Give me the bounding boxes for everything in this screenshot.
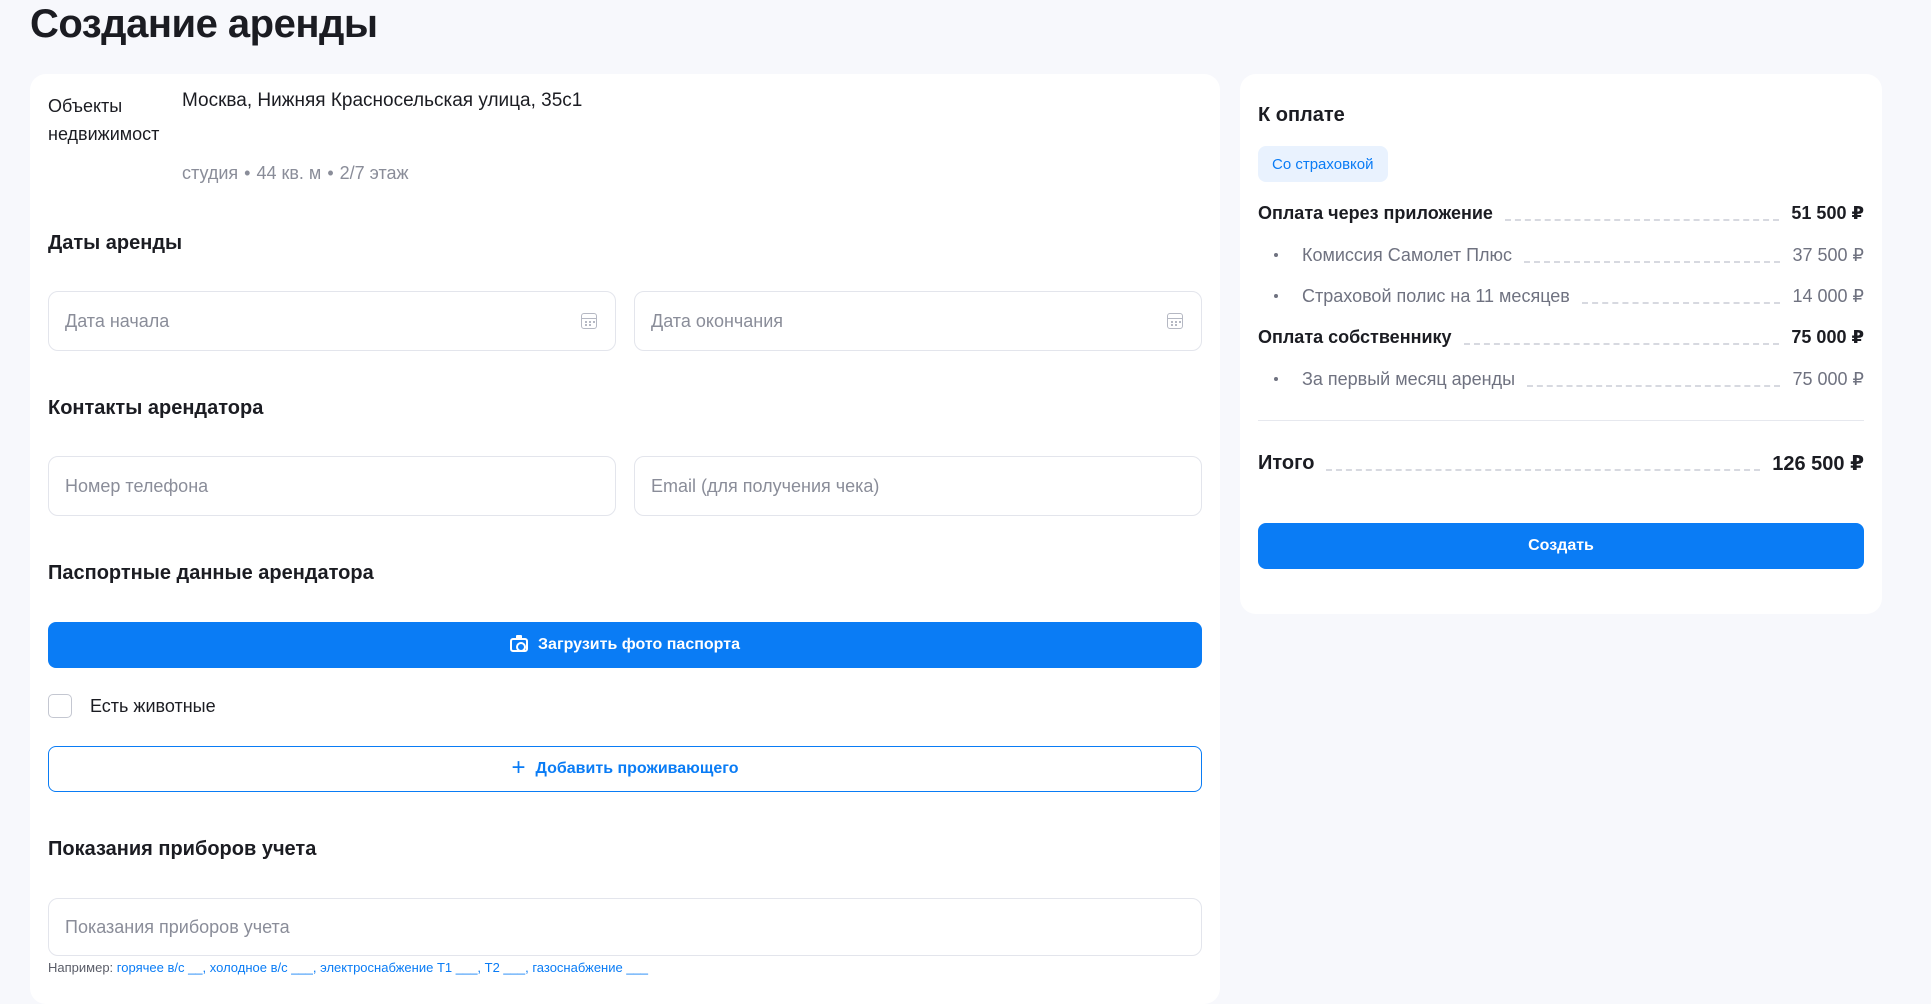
divider (1258, 420, 1864, 421)
insurance-label: Страховой полис на 11 месяцев (1302, 285, 1570, 306)
first-month-label: За первый месяц аренды (1302, 368, 1516, 389)
app-payment-label: Оплата через приложение (1258, 202, 1493, 223)
phone-placeholder: Номер телефона (65, 475, 209, 496)
payment-title: К оплате (1258, 104, 1345, 126)
end-date-placeholder: Дата окончания (651, 310, 784, 331)
create-button[interactable]: Создать (1258, 523, 1864, 569)
dotted-leader (1527, 385, 1781, 387)
property-type: студия (182, 163, 239, 183)
calendar-icon[interactable] (1167, 313, 1183, 329)
dotted-leader (1581, 302, 1781, 304)
bullet (1274, 377, 1278, 381)
rental-dates-title: Даты аренды (48, 232, 183, 254)
start-date-placeholder: Дата начала (65, 310, 170, 331)
insurance-badge[interactable]: Со страховкой (1258, 146, 1388, 182)
dotted-leader (1326, 469, 1761, 471)
pets-label[interactable]: Есть животные (90, 696, 216, 717)
bullet (1274, 294, 1278, 298)
start-date-field[interactable]: Дата начала (48, 291, 616, 351)
commission-value: 37 500 ₽ (1792, 244, 1864, 265)
separator-dot: • (327, 163, 334, 183)
rental-form-card: Объекты недвижимост Москва, Нижняя Красн… (30, 74, 1220, 1004)
first-month-value: 75 000 ₽ (1792, 368, 1864, 389)
add-resident-label: Добавить проживающего (535, 760, 739, 777)
meters-hint-prefix: Например: (48, 960, 114, 975)
dotted-leader (1504, 219, 1780, 221)
dotted-leader (1524, 261, 1781, 263)
separator-dot: • (244, 163, 251, 183)
bullet (1274, 253, 1278, 257)
camera-icon (510, 635, 529, 652)
app-payment-value: 51 500 ₽ (1791, 202, 1864, 223)
meters-title: Показания приборов учета (48, 838, 317, 860)
insurance-row: Страховой полис на 11 месяцев 14 000 ₽ (1258, 283, 1864, 309)
email-input[interactable]: Email (для получения чека) (634, 456, 1202, 516)
owner-payment-row: Оплата собственнику 75 000 ₽ (1258, 324, 1864, 350)
commission-label: Комиссия Самолет Плюс (1302, 244, 1513, 265)
plus-icon: + (511, 754, 526, 781)
contacts-title: Контакты арендатора (48, 397, 264, 419)
dotted-leader (1463, 343, 1780, 345)
total-value: 126 500 ₽ (1772, 452, 1864, 475)
property-address: Москва, Нижняя Красносельская улица, 35с… (182, 90, 583, 111)
owner-payment-value: 75 000 ₽ (1791, 326, 1864, 347)
pets-checkbox-row[interactable]: Есть животные (48, 694, 216, 718)
passport-title: Паспортные данные арендатора (48, 562, 374, 584)
property-area: 44 кв. м (256, 163, 322, 183)
commission-row: Комиссия Самолет Плюс 37 500 ₽ (1258, 242, 1864, 268)
pets-checkbox[interactable] (48, 694, 72, 718)
meters-input[interactable]: Показания приборов учета (48, 898, 1202, 956)
phone-input[interactable]: Номер телефона (48, 456, 616, 516)
upload-passport-label: Загрузить фото паспорта (538, 636, 740, 653)
total-row: Итого 126 500 ₽ (1258, 450, 1864, 476)
property-image: Объекты недвижимост (48, 96, 160, 144)
first-month-row: За первый месяц аренды 75 000 ₽ (1258, 366, 1864, 392)
meters-hint: Например: горячее в/с __, холодное в/с _… (48, 960, 648, 975)
total-label: Итого (1258, 451, 1315, 474)
meters-placeholder: Показания приборов учета (65, 916, 290, 937)
insurance-value: 14 000 ₽ (1792, 285, 1864, 306)
end-date-field[interactable]: Дата окончания (634, 291, 1202, 351)
calendar-icon[interactable] (581, 313, 597, 329)
property-meta: студия • 44 кв. м • 2/7 этаж (182, 163, 409, 184)
meters-hint-example[interactable]: горячее в/с __, холодное в/с ___, электр… (117, 960, 648, 975)
add-resident-button[interactable]: + Добавить проживающего (48, 746, 1202, 792)
owner-payment-label: Оплата собственнику (1258, 326, 1452, 347)
page-title: Создание аренды (30, 2, 378, 46)
property-floor: 2/7 этаж (339, 163, 409, 183)
upload-passport-button[interactable]: Загрузить фото паспорта (48, 622, 1202, 668)
payment-summary-card: К оплате Со страховкой Оплата через прил… (1240, 74, 1882, 614)
app-payment-row: Оплата через приложение 51 500 ₽ (1258, 200, 1864, 226)
email-placeholder: Email (для получения чека) (651, 475, 880, 496)
